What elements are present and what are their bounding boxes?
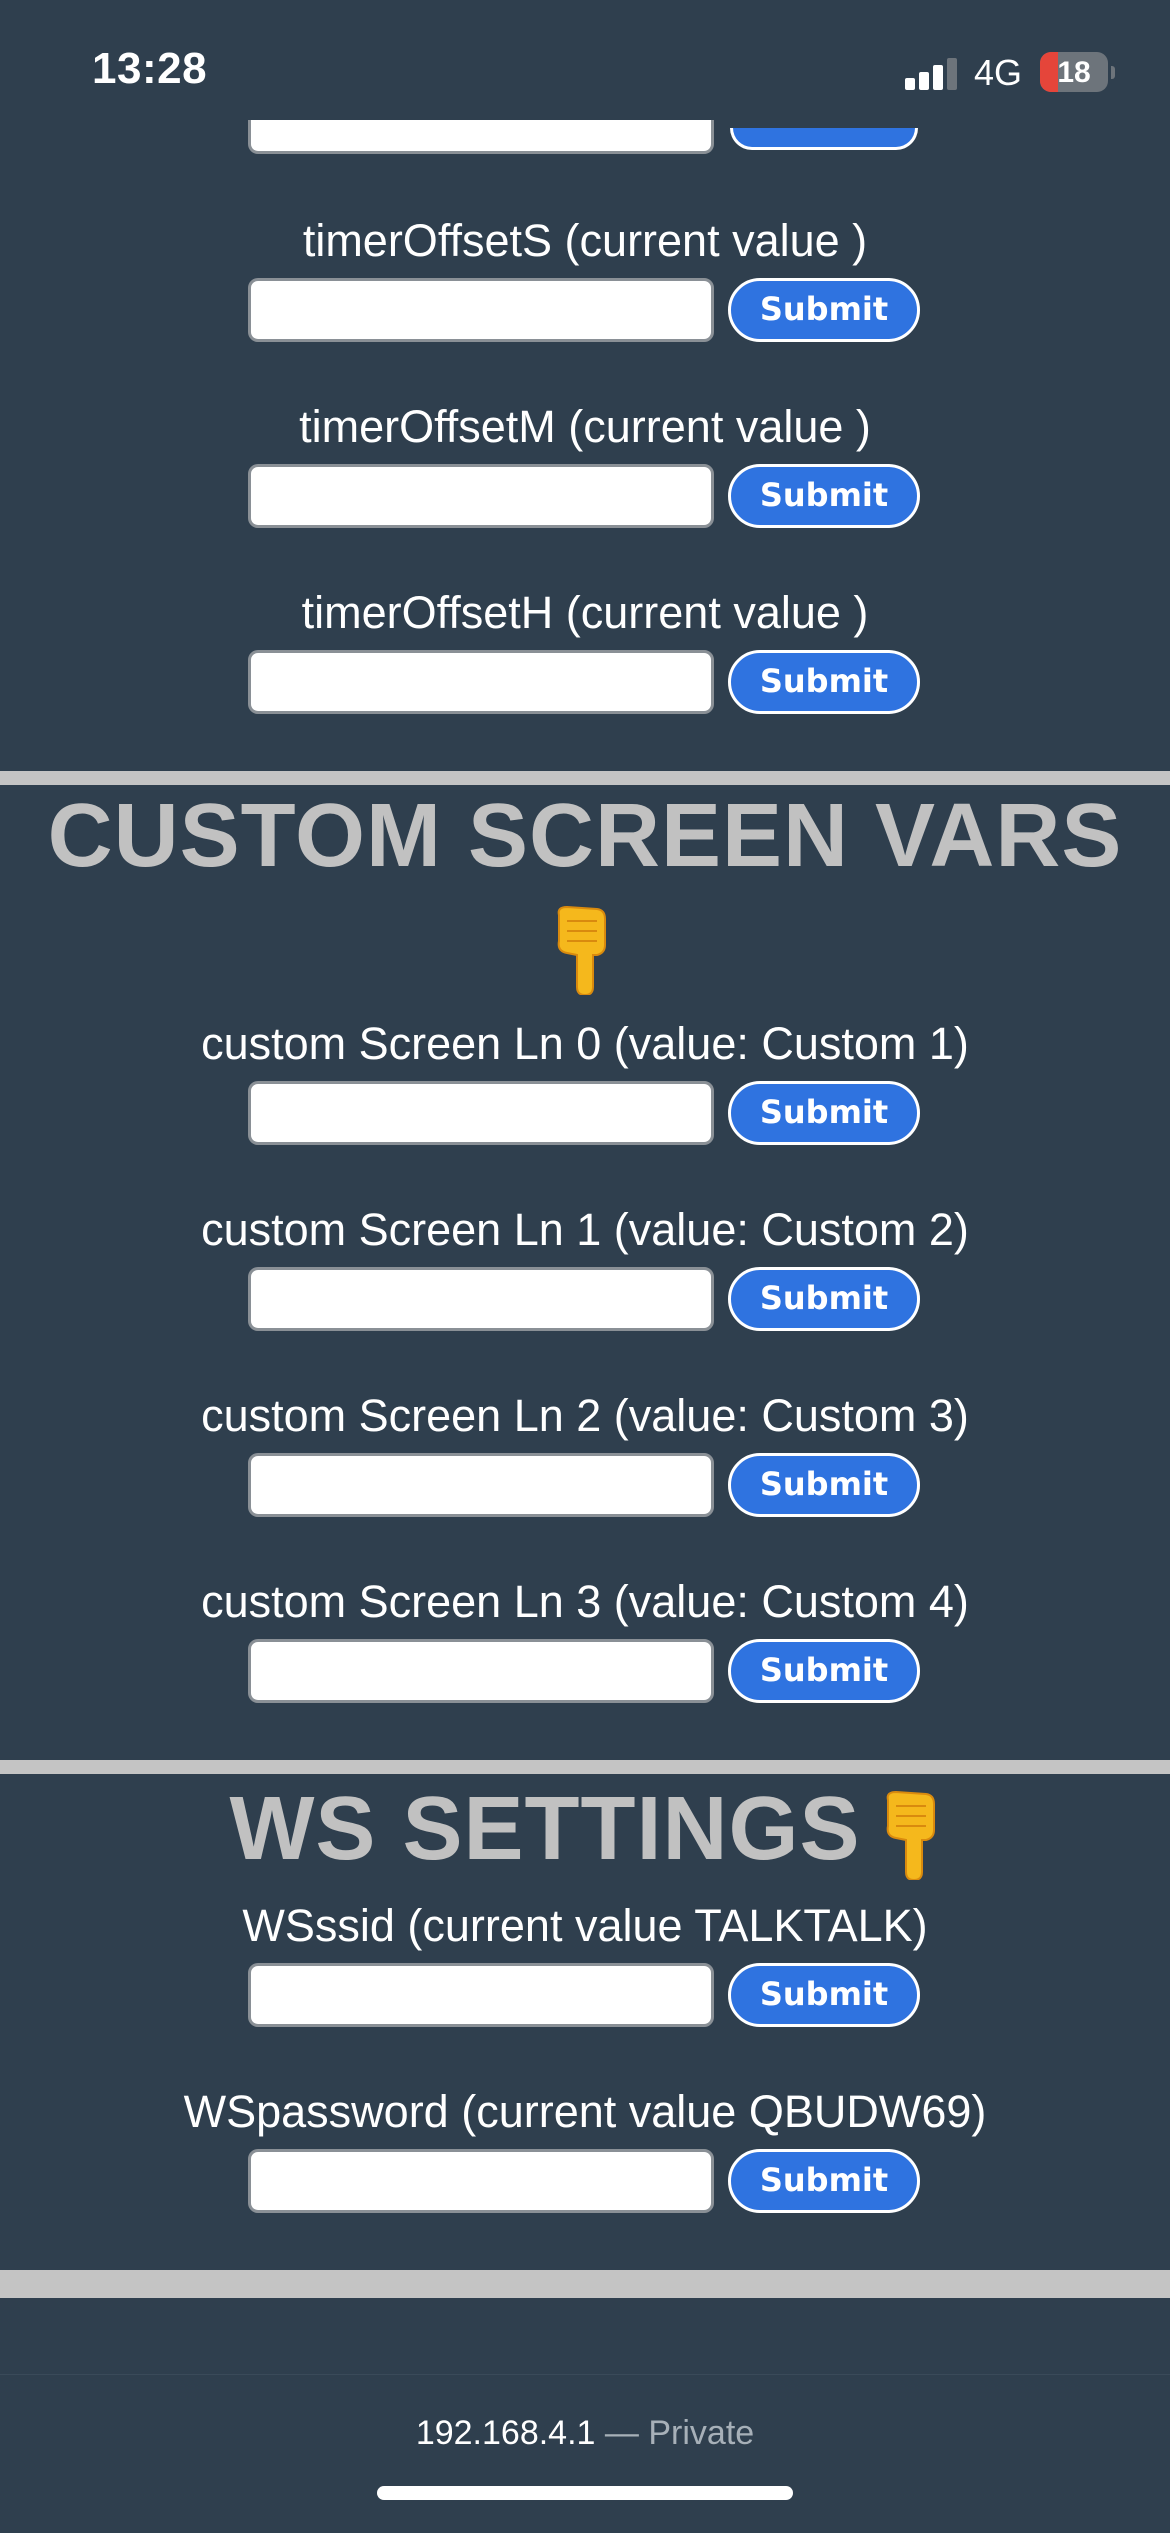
- timer-offset-m-input[interactable]: [248, 464, 714, 528]
- form-row-custom-screen-ln-2: custom Screen Ln 2 (value: Custom 3) Sub…: [0, 1390, 1170, 1517]
- form-row-custom-screen-ln-3: custom Screen Ln 3 (value: Custom 4) Sub…: [0, 1576, 1170, 1703]
- ws-settings-heading: WS SETTINGS: [229, 1779, 861, 1879]
- field-label: custom Screen Ln 0 (value: Custom 1): [201, 1018, 969, 1069]
- custom-screen-ln-2-input[interactable]: [248, 1453, 714, 1517]
- wsssid-submit-button[interactable]: Submit: [728, 1963, 920, 2027]
- form-row-custom-screen-ln-0: custom Screen Ln 0 (value: Custom 1) Sub…: [0, 1018, 1170, 1145]
- wsssid-input[interactable]: [248, 1963, 714, 2027]
- field-label: WSpassword (current value QBUDW69): [183, 2086, 987, 2137]
- form-row-timer-offset-h: timerOffsetH (current value ) Submit: [0, 587, 1170, 714]
- timer-offset-h-input[interactable]: [248, 650, 714, 714]
- url-text: 192.168.4.1: [415, 2414, 596, 2452]
- home-indicator[interactable]: [377, 2486, 793, 2500]
- custom-screen-ln-0-input[interactable]: [248, 1081, 714, 1145]
- field-label: WSssid (current value TALKTALK): [242, 1900, 928, 1951]
- status-bar: 13:28 4G 18: [0, 0, 1170, 140]
- form-row-wsssid: WSssid (current value TALKTALK) Submit: [0, 1900, 1170, 2027]
- form-row-wspassword: WSpassword (current value QBUDW69) Submi…: [0, 2086, 1170, 2213]
- wspassword-input[interactable]: [248, 2149, 714, 2213]
- pointing-down-hand-icon: [882, 1790, 946, 1882]
- custom-screen-ln-3-input[interactable]: [248, 1639, 714, 1703]
- pointing-down-hand-icon: [553, 905, 617, 997]
- custom-screen-ln-1-input[interactable]: [248, 1267, 714, 1331]
- network-type: 4G: [974, 52, 1023, 93]
- status-time: 13:28: [92, 44, 208, 93]
- field-label: custom Screen Ln 3 (value: Custom 4): [201, 1576, 969, 1627]
- battery-icon: 18: [1040, 52, 1108, 92]
- private-mode-label: — Private: [604, 2414, 755, 2452]
- section-divider: [0, 2270, 1170, 2298]
- field-label: timerOffsetH (current value ): [301, 587, 869, 638]
- custom-screen-ln-1-submit-button[interactable]: Submit: [728, 1267, 920, 1331]
- partial-submit-button[interactable]: [730, 128, 918, 150]
- field-label: custom Screen Ln 1 (value: Custom 2): [201, 1204, 969, 1255]
- browser-bottom-bar: [0, 2374, 1170, 2533]
- form-row-timer-offset-s: timerOffsetS (current value ) Submit: [0, 215, 1170, 342]
- section-divider: [0, 1760, 1170, 1774]
- custom-screen-ln-3-submit-button[interactable]: Submit: [728, 1639, 920, 1703]
- timer-offset-m-submit-button[interactable]: Submit: [728, 464, 920, 528]
- battery-nub: [1111, 66, 1115, 79]
- timer-offset-s-input[interactable]: [248, 278, 714, 342]
- form-row-custom-screen-ln-1: custom Screen Ln 1 (value: Custom 2) Sub…: [0, 1204, 1170, 1331]
- cellular-signal-icon: [905, 56, 959, 90]
- form-row-timer-offset-m: timerOffsetM (current value ) Submit: [0, 401, 1170, 528]
- custom-screen-vars-heading: CUSTOM SCREEN VARS: [47, 786, 1123, 886]
- timer-offset-h-submit-button[interactable]: Submit: [728, 650, 920, 714]
- field-label: timerOffsetM (current value ): [299, 401, 871, 452]
- timer-offset-s-submit-button[interactable]: Submit: [728, 278, 920, 342]
- battery-level: 18: [1057, 56, 1091, 89]
- field-label: timerOffsetS (current value ): [302, 215, 868, 266]
- partial-text-input[interactable]: [248, 120, 714, 154]
- custom-screen-ln-2-submit-button[interactable]: Submit: [728, 1453, 920, 1517]
- address-bar[interactable]: 192.168.4.1 — Private: [0, 2414, 1170, 2453]
- field-label: custom Screen Ln 2 (value: Custom 3): [201, 1390, 969, 1441]
- wspassword-submit-button[interactable]: Submit: [728, 2149, 920, 2213]
- custom-screen-ln-0-submit-button[interactable]: Submit: [728, 1081, 920, 1145]
- section-divider: [0, 771, 1170, 785]
